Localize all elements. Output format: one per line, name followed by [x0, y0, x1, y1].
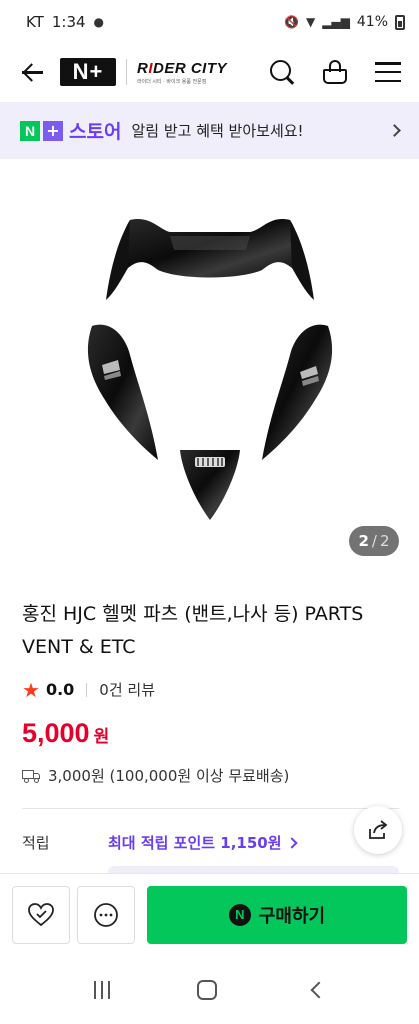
- hamburger-menu-icon[interactable]: [375, 62, 401, 82]
- review-count[interactable]: 0건 리뷰: [99, 679, 155, 700]
- store-brand-logo[interactable]: RIDER CITY 라이더 시티 · 바이크 용품 전문점: [137, 60, 227, 85]
- buy-now-button[interactable]: N 구매하기: [147, 885, 407, 944]
- store-notification-banner[interactable]: N + 스토어 알림 받고 혜택 받아보세요!: [0, 102, 419, 159]
- talk-talk-button[interactable]: [77, 885, 135, 944]
- system-back-icon[interactable]: [310, 981, 328, 998]
- back-arrow-icon[interactable]: [18, 58, 46, 86]
- product-rating[interactable]: ★ 0.0 0건 리뷰: [22, 679, 155, 700]
- rating-value: 0.0: [45, 680, 75, 699]
- truck-icon: [22, 769, 42, 783]
- system-nav-bar: [0, 955, 419, 1024]
- star-icon: ★: [22, 677, 40, 702]
- battery-icon: [395, 14, 405, 30]
- heart-check-icon: [28, 902, 54, 926]
- notification-icon: ●: [93, 15, 105, 29]
- points-value[interactable]: 최대 적립 포인트 1,150원: [108, 832, 282, 853]
- brand-logo-text: RIDER CITY: [137, 59, 228, 77]
- recent-apps-icon[interactable]: [93, 980, 110, 999]
- home-icon[interactable]: [197, 979, 218, 1000]
- price-amount: 5,000: [22, 718, 90, 748]
- chevron-right-icon: [388, 124, 401, 137]
- chevron-right-icon: [285, 836, 298, 849]
- shipping-text: 3,000원 (100,000원 이상 무료배송): [48, 767, 290, 785]
- search-icon[interactable]: [269, 59, 295, 85]
- battery-percent: 41%: [356, 14, 388, 30]
- shipping-info: 3,000원 (100,000원 이상 무료배송): [22, 765, 289, 786]
- chat-bubble-icon: [94, 902, 118, 927]
- gallery-page-indicator: 2 / 2: [349, 526, 399, 556]
- gallery-current-page: 2: [358, 532, 369, 550]
- shopping-bag-icon[interactable]: [321, 58, 349, 86]
- rating-divider: [86, 682, 88, 697]
- carrier: KT: [26, 13, 44, 31]
- banner-message: 알림 받고 혜택 받아보세요!: [131, 122, 304, 140]
- price-currency: 원: [93, 727, 110, 747]
- share-icon: [369, 820, 388, 839]
- naver-pay-icon: N: [228, 903, 251, 926]
- wifi-icon: ▼: [305, 15, 316, 29]
- wishlist-button[interactable]: [12, 885, 70, 944]
- points-label: 적립: [22, 834, 50, 852]
- bottom-action-bar: N 구매하기: [0, 873, 419, 955]
- product-image: [87, 218, 333, 520]
- app-header: N+ RIDER CITY 라이더 시티 · 바이크 용품 전문점: [0, 44, 419, 100]
- status-bar: KT 1:34 ● 🔇 ▼ ▂▄▆ 41%: [0, 0, 419, 44]
- gallery-total-pages: 2: [379, 532, 390, 550]
- product-price: 5,000 원: [22, 718, 109, 749]
- signal-icon: ▂▄▆: [322, 15, 350, 29]
- mute-icon: 🔇: [284, 15, 299, 29]
- share-button[interactable]: [354, 806, 402, 854]
- points-row[interactable]: 적립 최대 적립 포인트 1,150원: [22, 832, 399, 853]
- store-label: 스토어: [69, 121, 122, 143]
- clock: 1:34: [51, 13, 86, 31]
- section-divider: [22, 808, 399, 809]
- naver-plus-logo[interactable]: N+: [60, 58, 116, 86]
- product-image-gallery[interactable]: 2 / 2: [0, 160, 419, 580]
- naver-plus-badge-icon: N +: [20, 120, 63, 141]
- product-title: 홍진 HJC 헬멧 파츠 (밴트,나사 등) PARTS VENT & ETC: [22, 603, 364, 658]
- buy-now-label: 구매하기: [258, 905, 326, 927]
- header-divider: [126, 59, 127, 85]
- brand-logo-subtitle: 라이더 시티 · 바이크 용품 전문점: [137, 78, 207, 85]
